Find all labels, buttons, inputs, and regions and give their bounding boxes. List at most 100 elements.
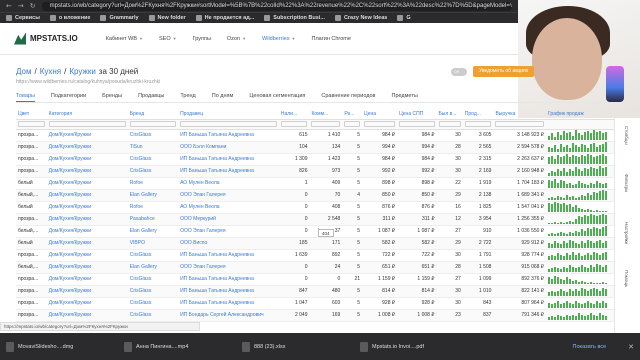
filter-input[interactable]	[48, 121, 126, 127]
menu-item[interactable]: SEO ▼	[159, 36, 177, 42]
back-icon[interactable]: ←	[6, 2, 12, 10]
table-cell[interactable]: ООО Элан Галерея	[178, 261, 279, 274]
table-cell[interactable]: Дом/Кухня/Кружки	[46, 297, 128, 310]
column-header[interactable]: Цена	[362, 110, 398, 120]
filter-input[interactable]	[180, 121, 277, 127]
table-cell[interactable]: Elan Gallery	[127, 261, 179, 274]
tab[interactable]: Продавцы	[138, 89, 164, 102]
download-item[interactable]: Анна Пингина....mp4	[124, 341, 224, 352]
table-row[interactable]: прозра... Дом/Кухня/Кружки CrisGlass ИП Бан…	[16, 153, 614, 166]
column-header[interactable]: Цвет	[16, 110, 47, 120]
table-row[interactable]: белый Дом/Кухня/Кружки Rofoe АО Мулен Веола…	[16, 201, 614, 214]
bookmark-item[interactable]: Сервисы	[6, 15, 40, 21]
table-cell[interactable]: Дом/Кухня/Кружки	[46, 225, 128, 238]
bookmark-item[interactable]: Grammarly	[100, 15, 139, 21]
crumb-kuhnya[interactable]: Кухня	[40, 67, 61, 76]
tab[interactable]: Сравнение периодов	[321, 89, 375, 102]
table-cell[interactable]: CrisGlass	[127, 309, 179, 322]
tab[interactable]: Подкатегории	[51, 89, 86, 102]
table-cell[interactable]: Дом/Кухня/Кружки	[46, 129, 128, 142]
download-item[interactable]: Mpstats.io Invoi....pdf	[360, 341, 460, 352]
table-row[interactable]: прозра... Дом/Кухня/Кружки CrisGlass ИП Бан…	[16, 129, 614, 142]
table-cell[interactable]: ООО Виспо	[178, 237, 279, 250]
table-cell[interactable]: Дом/Кухня/Кружки	[46, 213, 128, 226]
column-header[interactable]: Ре...	[342, 110, 363, 120]
column-header[interactable]: Продавец	[178, 110, 279, 120]
table-cell[interactable]: CrisGlass	[127, 165, 179, 178]
table-cell[interactable]: Pasabahce	[127, 213, 179, 226]
table-cell[interactable]: Дом/Кухня/Кружки	[46, 309, 128, 322]
table-row[interactable]: прозра... Дом/Кухня/Кружки CrisGlass ИП Бон…	[16, 309, 614, 322]
side-panel-tab[interactable]: Помощь	[624, 270, 629, 310]
bookmark-item[interactable]: Не продается ад...	[195, 15, 254, 21]
notify-promo-button[interactable]: Уведомить об акциях	[473, 66, 535, 77]
table-row[interactable]: белый,... Дом/Кухня/Кружки Elan Gallery ООО…	[16, 189, 614, 202]
table-row[interactable]: прозра... Дом/Кухня/Кружки CrisGlass ИП Бан…	[16, 273, 614, 286]
table-row[interactable]: прозра... Дом/Кухня/Кружки CrisGlass ИП Бан…	[16, 249, 614, 262]
table-cell[interactable]: ИП Баньша Татьяна Андреевна	[178, 297, 279, 310]
table-cell[interactable]: Elan Gallery	[127, 189, 179, 202]
address-bar[interactable]: mpstats.io/wb/category?url=Дом%2FКухня%2…	[41, 1, 512, 11]
table-cell[interactable]: ИП Баньша Татьяна Андреевна	[178, 129, 279, 142]
crumb-dom[interactable]: Дом	[16, 67, 31, 76]
side-panel-tab[interactable]: Фильтры	[624, 174, 629, 214]
table-cell[interactable]: CrisGlass	[127, 297, 179, 310]
column-header[interactable]: Категория	[46, 110, 128, 120]
bookmark-item[interactable]: о вложение	[49, 15, 90, 21]
menu-item[interactable]: Плагин Chrome	[312, 36, 351, 42]
reload-icon[interactable]: ↻	[30, 2, 36, 10]
table-cell[interactable]: ИП Баньша Татьяна Андреевна	[178, 249, 279, 262]
table-cell[interactable]: Дом/Кухня/Кружки	[46, 177, 128, 190]
filter-input[interactable]	[495, 121, 544, 127]
table-cell[interactable]: Дом/Кухня/Кружки	[46, 165, 128, 178]
table-cell[interactable]: Rofoe	[127, 177, 179, 190]
table-row[interactable]: белый,... Дом/Кухня/Кружки Elan Gallery ООО…	[16, 261, 614, 274]
table-cell[interactable]: ИП Баньша Татьяна Андреевна	[178, 285, 279, 298]
bookmark-item[interactable]: Subscription Busi...	[264, 15, 325, 21]
column-header[interactable]: Бренд	[127, 110, 179, 120]
table-row[interactable]: белый Дом/Кухня/Кружки VIBPO ООО Виспо 185 17…	[16, 237, 614, 250]
table-cell[interactable]: Дом/Кухня/Кружки	[46, 237, 128, 250]
forward-icon[interactable]: →	[18, 2, 24, 10]
side-panel-tab[interactable]: Настройки	[624, 222, 629, 262]
column-header[interactable]: Нали...	[278, 110, 310, 120]
table-row[interactable]: прозра... Дом/Кухня/Кружки CrisGlass ИП Бан…	[16, 165, 614, 178]
category-source-url[interactable]: https://www.wildberries.ru/catalog/kuhny…	[16, 79, 160, 85]
table-cell[interactable]: ООО Элан Галерея	[178, 225, 279, 238]
table-cell[interactable]: ИП Баньша Татьяна Андреевна	[178, 153, 279, 166]
column-header[interactable]: Комм...	[309, 110, 343, 120]
table-cell[interactable]: Дом/Кухня/Кружки	[46, 201, 128, 214]
table-cell[interactable]: CrisGlass	[127, 249, 179, 262]
table-cell[interactable]: ИП Баньша Татьяна Андреевна	[178, 273, 279, 286]
filter-input[interactable]	[438, 121, 461, 127]
column-header[interactable]: Прод...	[462, 110, 494, 120]
menu-item[interactable]: Группы	[193, 36, 211, 42]
table-cell[interactable]: CrisGlass	[127, 285, 179, 298]
filter-input[interactable]	[280, 121, 308, 127]
table-row[interactable]: прозра... Дом/Кухня/Кружки Pasabahce ООО Ме…	[16, 213, 614, 226]
filter-input[interactable]	[129, 121, 177, 127]
filter-input[interactable]	[364, 121, 396, 127]
show-all-downloads-button[interactable]: Показать все	[573, 344, 607, 350]
menu-item[interactable]: Ozon ▼	[227, 36, 246, 42]
table-cell[interactable]: Rofoe	[127, 201, 179, 214]
column-header[interactable]: Был в...	[436, 110, 463, 120]
column-header[interactable]: Цена СПП	[397, 110, 437, 120]
notify-toggle[interactable]: Off	[451, 68, 467, 76]
download-item[interactable]: 888 (23).xlsx	[242, 341, 342, 352]
table-cell[interactable]: TiSun	[127, 141, 179, 154]
table-cell[interactable]: Elan Gallery	[127, 225, 179, 238]
table-cell[interactable]: CrisGlass	[127, 153, 179, 166]
menu-item[interactable]: Wildberries ▼	[262, 36, 295, 42]
menu-item[interactable]: Кабинет WB ▼	[106, 36, 143, 42]
download-item[interactable]: MovaviSlidesho....dmg	[6, 341, 106, 352]
filter-input[interactable]	[464, 121, 492, 127]
tab[interactable]: Предметы	[391, 89, 417, 102]
bookmark-item[interactable]: G	[397, 15, 411, 21]
close-icon[interactable]: ✕	[628, 343, 634, 351]
table-row[interactable]: белый Дом/Кухня/Кружки Rofoe АО Мулен Веола…	[16, 177, 614, 190]
tab[interactable]: По дням	[212, 89, 234, 102]
tab[interactable]: Ценовая сегментация	[249, 89, 305, 102]
column-header[interactable]: График продаж	[546, 110, 614, 120]
table-cell[interactable]: Дом/Кухня/Кружки	[46, 153, 128, 166]
